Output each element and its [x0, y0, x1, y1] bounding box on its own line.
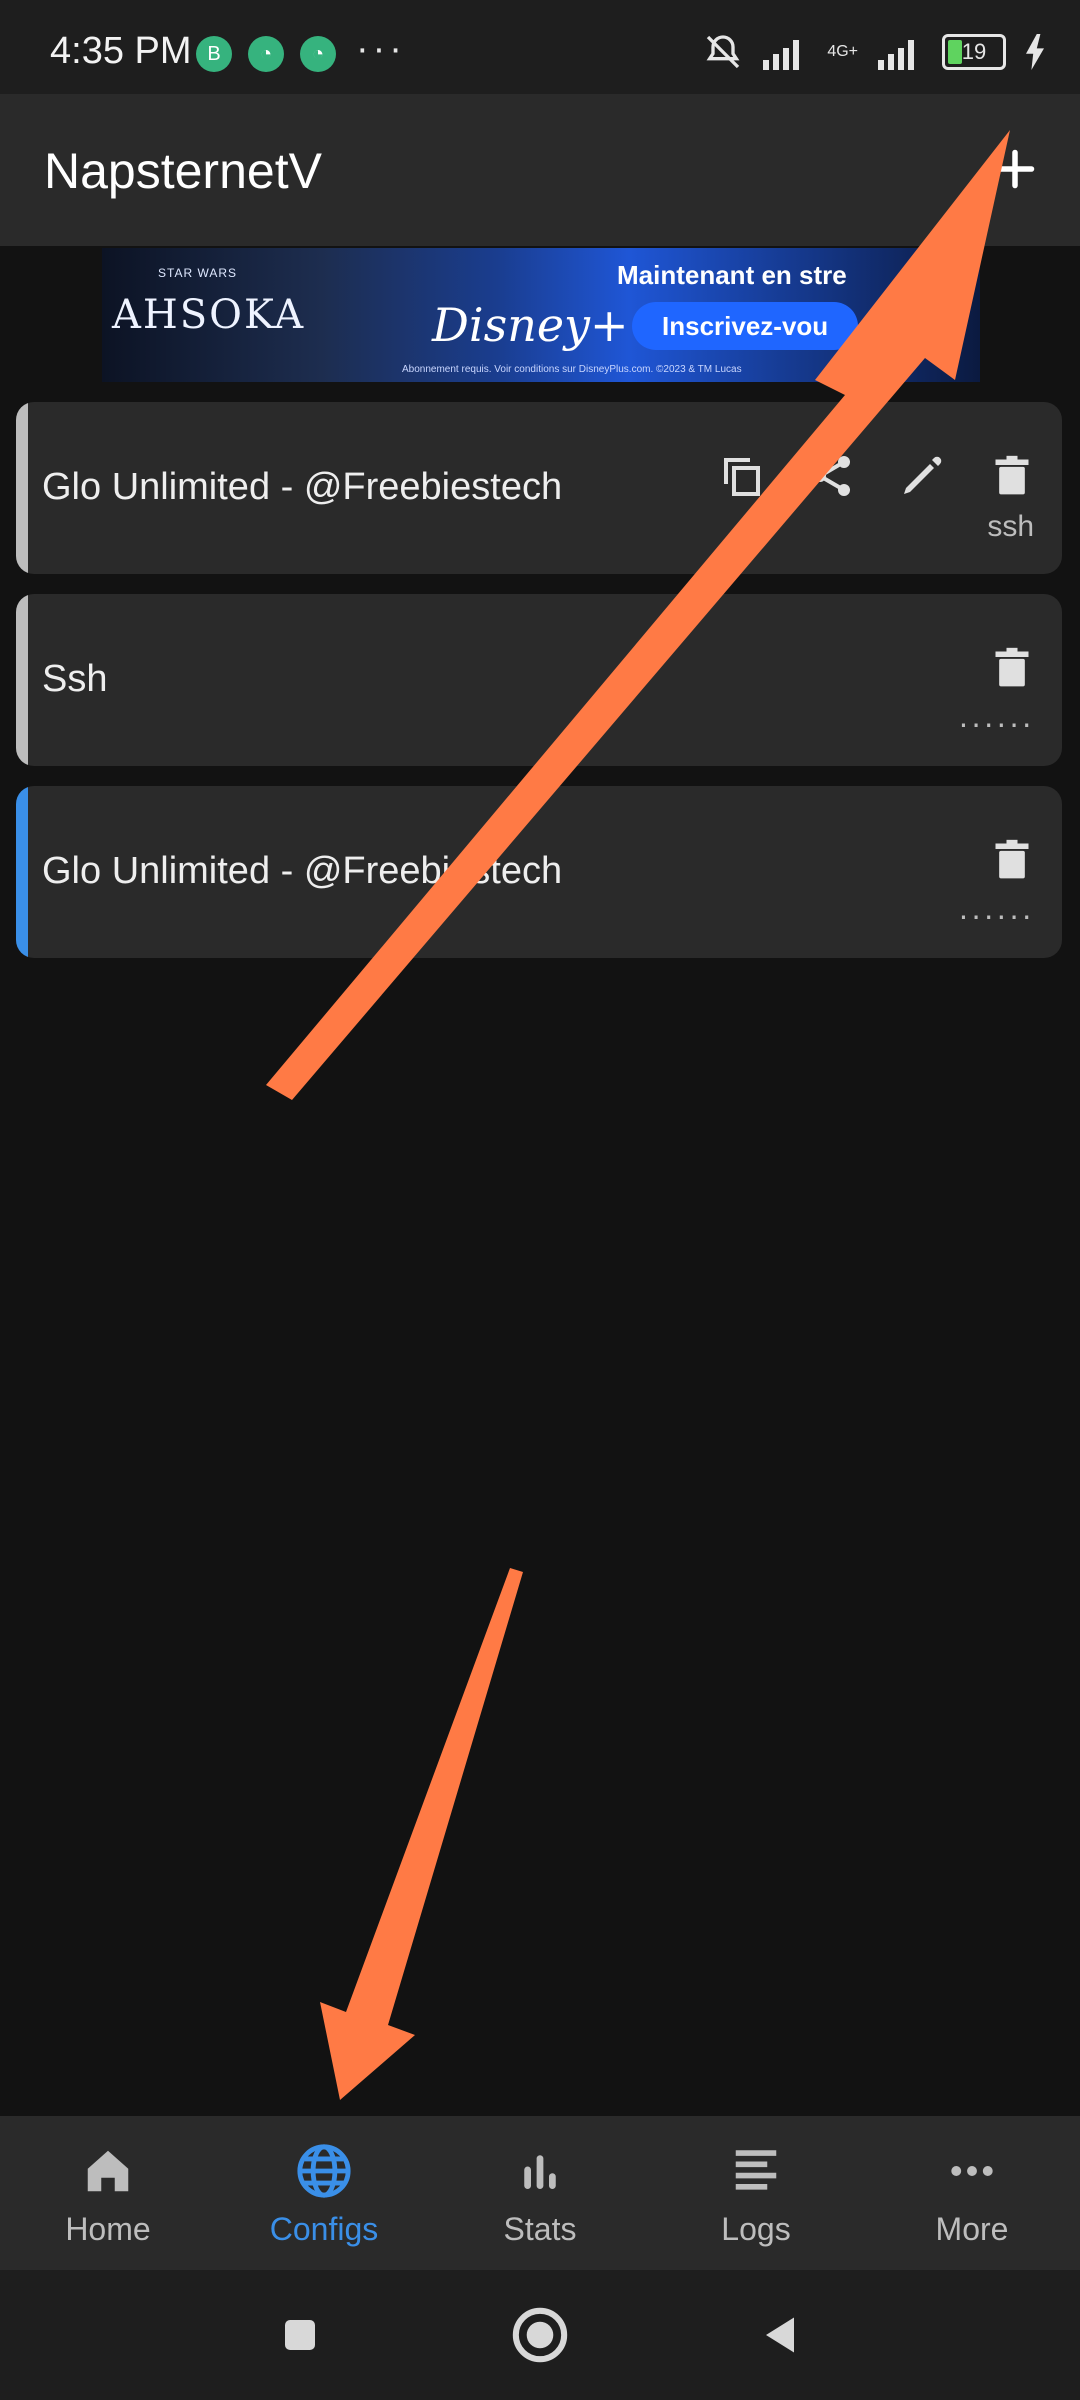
back-button[interactable]	[745, 2300, 815, 2370]
home-icon	[87, 2150, 129, 2191]
config-title: Ssh	[42, 658, 108, 700]
trash-icon	[995, 839, 1029, 879]
app-title: NapsternetV	[44, 143, 322, 199]
share-button[interactable]	[802, 446, 862, 506]
plus-icon	[995, 149, 1035, 189]
config-card[interactable]: Glo Unlimited - @Freebiestech ssh	[16, 402, 1062, 574]
config-actions	[712, 446, 1042, 506]
bar-chart-icon	[524, 2154, 556, 2189]
nav-item-stats[interactable]: Stats	[432, 2116, 648, 2270]
signal-icon	[763, 40, 800, 70]
list-lines-icon	[735, 2149, 777, 2190]
ad-brand-small: STAR WARS	[158, 266, 238, 280]
nav-label: Stats	[503, 2210, 577, 2247]
config-type: ssh	[987, 510, 1034, 543]
ad-cta-button[interactable]: Inscrivez-vou	[632, 302, 859, 350]
circle-home-icon	[512, 2307, 568, 2363]
status-bar: 4:35 PM B ◔ ◔ ··· 4G+ 19	[0, 0, 1080, 94]
square-icon	[285, 2320, 315, 2350]
share-icon	[814, 456, 850, 496]
recents-button[interactable]	[265, 2300, 335, 2370]
nav-item-more[interactable]: More	[864, 2116, 1080, 2270]
network-type: 4G+	[827, 43, 858, 60]
nav-label: More	[935, 2210, 1009, 2247]
whatsapp-icon: ◔	[248, 36, 284, 72]
more-dots-icon	[951, 2165, 993, 2176]
ad-banner[interactable]: STAR WARS AHSOKA Disney+ Maintenant en s…	[102, 248, 980, 382]
battery-icon: 19	[942, 34, 1006, 70]
add-config-button[interactable]	[980, 134, 1050, 204]
nav-item-logs[interactable]: Logs	[648, 2116, 864, 2270]
config-title: Glo Unlimited - @Freebiestech	[42, 466, 563, 508]
nav-item-configs[interactable]: Configs	[216, 2116, 432, 2270]
status-indicators: 4G+ 19	[703, 32, 1046, 72]
notification-icons: B ◔ ◔	[196, 36, 336, 72]
config-card[interactable]: Ssh ······	[16, 594, 1062, 766]
more-notifications-icon: ···	[356, 28, 406, 70]
config-type: ······	[958, 897, 1034, 933]
card-indicator-active	[16, 786, 28, 958]
app-bar: NapsternetV	[0, 94, 1080, 246]
bottom-navigation: Home Configs Stats Logs More	[0, 2116, 1080, 2270]
delete-button[interactable]	[982, 830, 1042, 890]
battery-level: 19	[961, 39, 987, 64]
nav-label: Configs	[269, 2210, 379, 2247]
copy-icon	[724, 458, 760, 496]
pencil-icon	[904, 456, 942, 494]
trash-icon	[995, 647, 1029, 687]
config-actions	[982, 638, 1042, 698]
mute-bell-icon	[706, 35, 740, 69]
annotation-arrow-down	[320, 1568, 523, 2100]
card-indicator	[16, 594, 28, 766]
whatsapp-business-icon: B	[196, 36, 232, 72]
edit-button[interactable]	[892, 446, 952, 506]
config-card-selected[interactable]: Glo Unlimited - @Freebiestech ······	[16, 786, 1062, 958]
delete-button[interactable]	[982, 638, 1042, 698]
ad-show-title: AHSOKA	[112, 292, 306, 338]
ad-fine-print: Abonnement requis. Voir conditions sur D…	[402, 364, 742, 375]
whatsapp-icon-2: ◔	[300, 36, 336, 72]
trash-icon	[995, 455, 1029, 495]
nav-item-home[interactable]: Home	[0, 2116, 216, 2270]
signal-icon-2	[878, 40, 914, 70]
nav-label: Home	[65, 2210, 151, 2247]
ad-disney-logo: Disney+	[432, 298, 629, 352]
config-title: Glo Unlimited - @Freebiestech	[42, 850, 563, 892]
card-indicator	[16, 402, 28, 574]
back-triangle-icon	[766, 2317, 794, 2353]
home-system-button[interactable]	[505, 2300, 575, 2370]
delete-button[interactable]	[982, 446, 1042, 506]
config-actions	[982, 830, 1042, 890]
status-time: 4:35 PM	[50, 30, 192, 72]
globe-icon	[297, 2143, 351, 2198]
system-navigation	[0, 2270, 1080, 2400]
charging-icon	[1026, 34, 1044, 70]
copy-button[interactable]	[712, 446, 772, 506]
ad-headline: Maintenant en stre	[617, 260, 847, 290]
config-type: ······	[958, 705, 1034, 741]
nav-label: Logs	[721, 2210, 791, 2247]
